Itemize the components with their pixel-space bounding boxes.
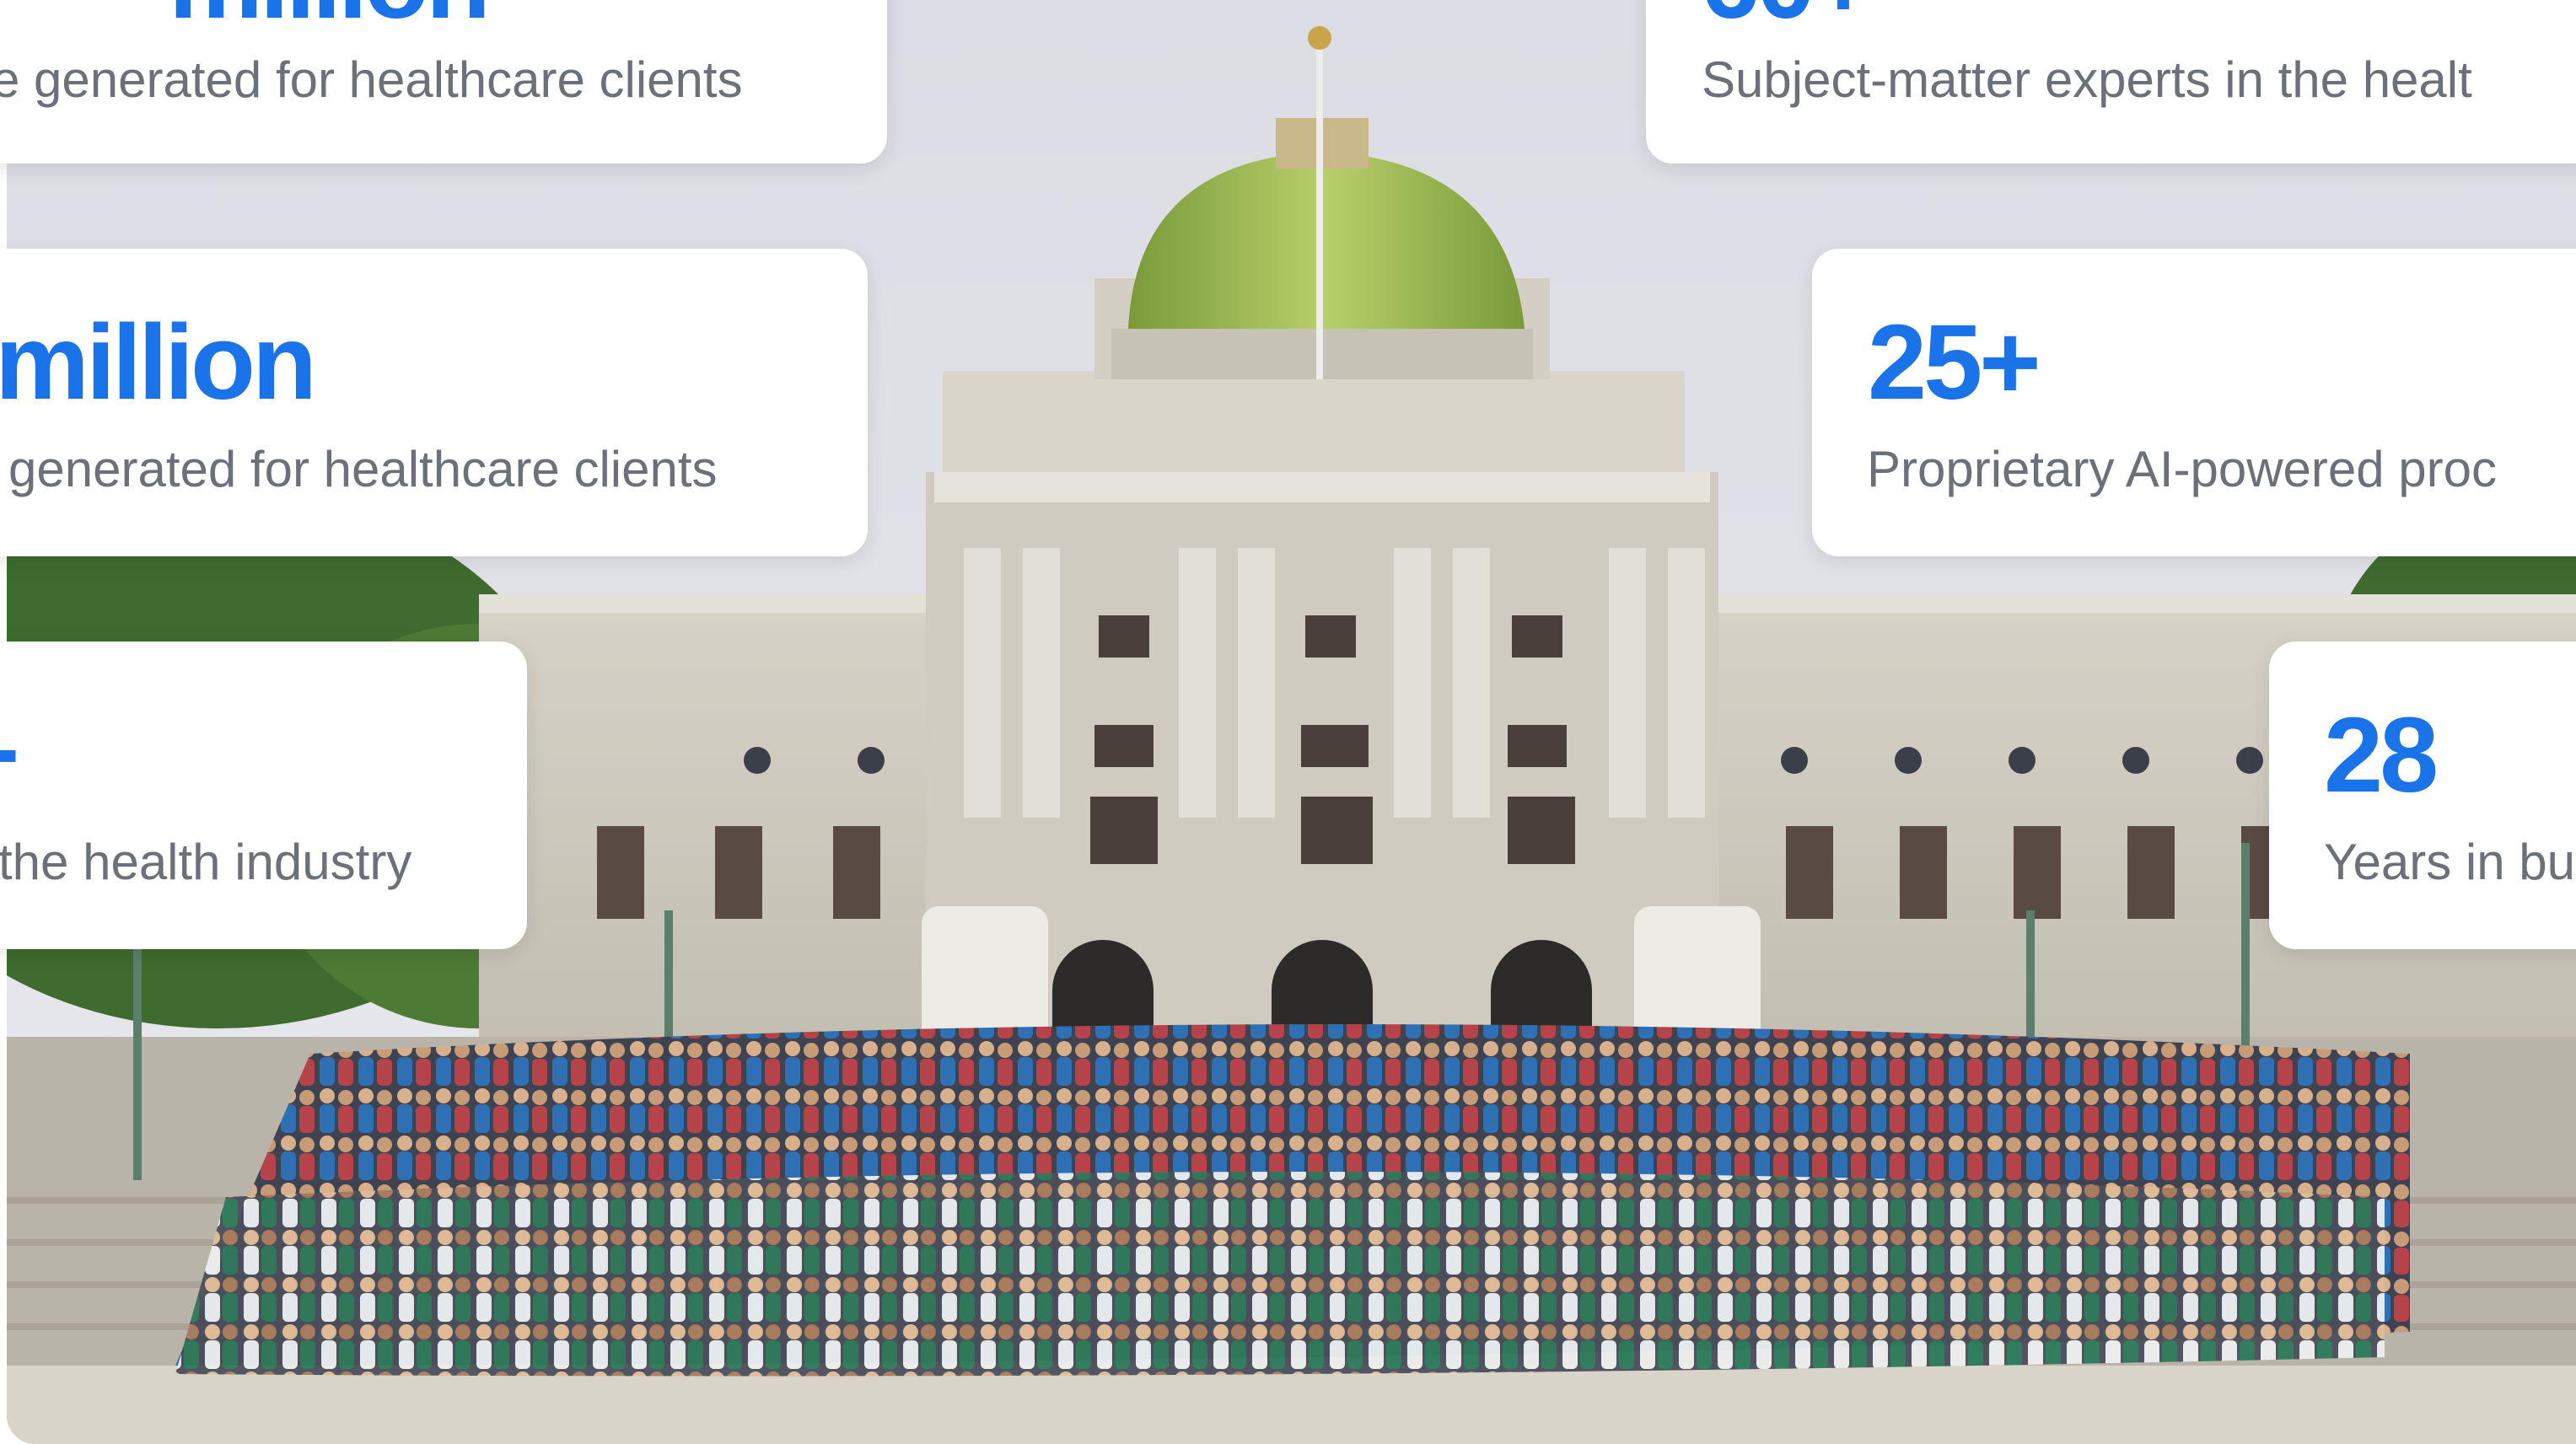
stat-label: Proprietary AI-powered proc xyxy=(1867,441,2498,497)
stat-card-years: 28 Years in bu xyxy=(2269,641,2576,949)
stat-label: the health industry xyxy=(0,834,412,890)
stat-card-ai-products: 25+ Proprietary AI-powered proc xyxy=(1812,249,2576,556)
stat-label: Subject-matter experts in the healt xyxy=(1702,51,2472,108)
stat-card-experts: 60+ Subject-matter experts in the healt xyxy=(1646,0,2576,164)
stat-value: 28 xyxy=(2324,695,2439,814)
stat-value: + xyxy=(0,702,20,808)
stat-card-health-industry: + the health industry xyxy=(0,641,527,949)
stat-card-revenue: million generated for healthcare clients xyxy=(0,249,868,556)
stat-label: e generated for healthcare clients xyxy=(0,51,743,108)
stat-value: million xyxy=(169,0,491,35)
stat-value: 60+ xyxy=(1701,0,1874,35)
stat-value: million xyxy=(0,303,317,421)
stat-label: generated for healthcare clients xyxy=(8,441,718,497)
stat-card-revenue-top: million e generated for healthcare clien… xyxy=(0,0,887,164)
stat-label: Years in bu xyxy=(2324,834,2576,890)
stat-value: 25+ xyxy=(1868,303,2041,421)
